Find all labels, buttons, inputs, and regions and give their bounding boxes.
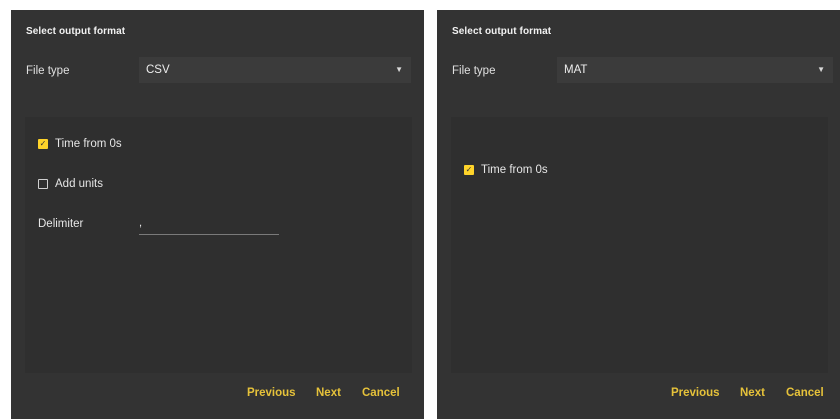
options-panel: ✓ Time from 0s Add units Delimiter (25, 117, 412, 373)
add-units-label: Add units (55, 178, 103, 190)
dialog-title: Select output format (452, 26, 552, 37)
time-from-0s-label: Time from 0s (481, 164, 548, 176)
checkbox-checked-icon: ✓ (464, 165, 474, 175)
previous-button[interactable]: Previous (247, 387, 296, 399)
cancel-button[interactable]: Cancel (786, 387, 824, 399)
next-button[interactable]: Next (740, 387, 765, 399)
chevron-down-icon: ▼ (395, 65, 403, 74)
delimiter-label: Delimiter (38, 218, 84, 230)
output-format-dialog-mat: Select output format File type MAT ▼ ✓ T… (437, 10, 840, 419)
file-type-value: CSV (146, 64, 170, 76)
previous-button[interactable]: Previous (671, 387, 720, 399)
file-type-select[interactable]: MAT ▼ (557, 57, 833, 83)
time-from-0s-label: Time from 0s (55, 138, 122, 150)
file-type-label: File type (452, 65, 496, 77)
dialog-title: Select output format (26, 26, 126, 37)
chevron-down-icon: ▼ (817, 65, 825, 74)
options-panel: ✓ Time from 0s (451, 117, 828, 373)
file-type-label: File type (26, 65, 70, 77)
checkbox-unchecked-icon (38, 179, 48, 189)
file-type-value: MAT (564, 64, 588, 76)
delimiter-input[interactable] (139, 214, 279, 235)
cancel-button[interactable]: Cancel (362, 387, 400, 399)
file-type-select[interactable]: CSV ▼ (139, 57, 411, 83)
time-from-0s-checkbox[interactable]: ✓ Time from 0s (464, 164, 548, 176)
checkbox-checked-icon: ✓ (38, 139, 48, 149)
output-format-dialog-csv: Select output format File type CSV ▼ ✓ T… (11, 10, 424, 419)
next-button[interactable]: Next (316, 387, 341, 399)
add-units-checkbox[interactable]: Add units (38, 178, 103, 190)
time-from-0s-checkbox[interactable]: ✓ Time from 0s (38, 138, 122, 150)
